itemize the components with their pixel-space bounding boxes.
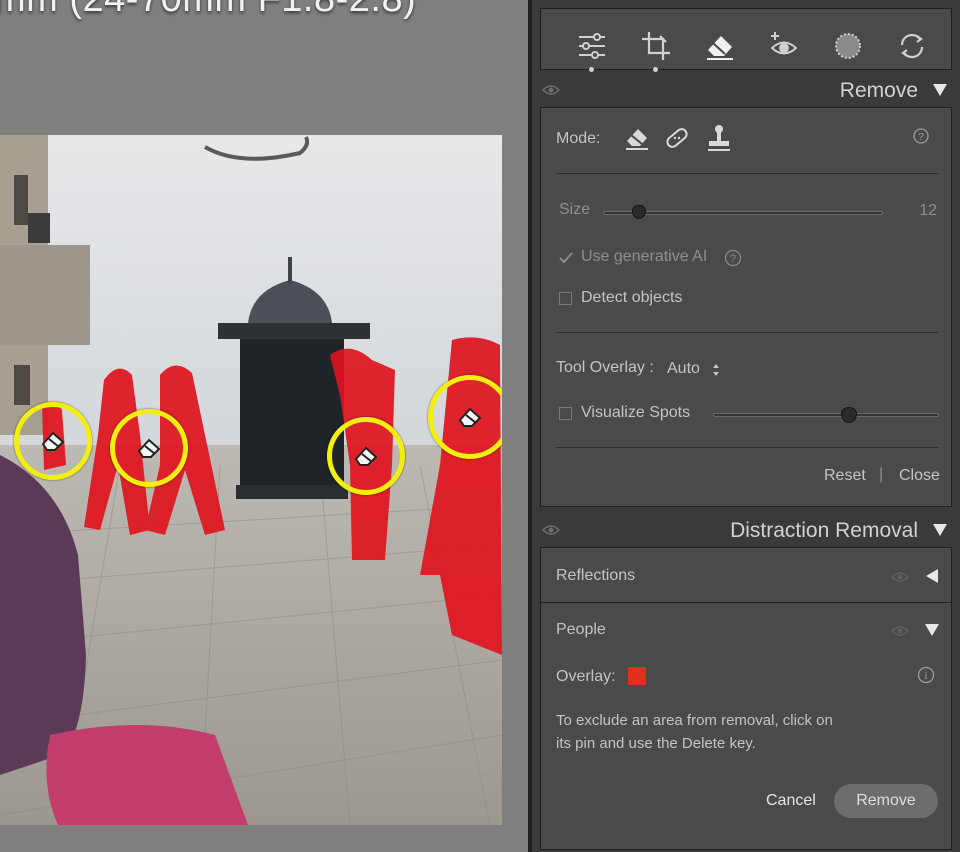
- removal-pin[interactable]: [110, 409, 188, 487]
- distraction-removal-header[interactable]: Distraction Removal: [532, 513, 960, 547]
- edit-sliders-icon[interactable]: [575, 29, 609, 63]
- help-icon[interactable]: ?: [913, 128, 929, 144]
- presets-icon[interactable]: [895, 29, 929, 63]
- removal-pin[interactable]: [428, 375, 502, 459]
- people-label: People: [556, 621, 606, 638]
- tool-indicator-dot: [653, 67, 658, 72]
- removal-pin[interactable]: [327, 417, 405, 495]
- collapse-triangle-icon[interactable]: [924, 623, 940, 637]
- divider: [556, 332, 938, 333]
- collapse-triangle-icon[interactable]: [932, 523, 948, 537]
- mode-label: Mode:: [556, 130, 601, 147]
- eraser-icon: [137, 438, 161, 458]
- remove-mode-eraser-icon[interactable]: [623, 124, 651, 152]
- eraser-icon: [41, 431, 65, 451]
- select-arrows-icon[interactable]: [712, 363, 720, 377]
- button-separator: |: [879, 466, 884, 483]
- use-generative-ai-checkbox[interactable]: [559, 251, 573, 264]
- svg-text:?: ?: [730, 253, 736, 265]
- edit-panel: Remove Mode: ? Size 12 Use generative AI…: [532, 0, 960, 852]
- svg-text:i: i: [924, 670, 927, 682]
- overlay-color-swatch[interactable]: [628, 667, 646, 685]
- help-text-line-2: its pin and use the Delete key.: [556, 735, 756, 752]
- visualize-spots-checkbox[interactable]: [559, 407, 572, 420]
- size-slider[interactable]: [603, 205, 883, 219]
- reset-button[interactable]: Reset: [824, 467, 866, 485]
- reflections-label: Reflections: [556, 567, 636, 584]
- close-button[interactable]: Close: [899, 467, 940, 485]
- distraction-removal-title: Distraction Removal: [730, 519, 918, 542]
- visibility-eye-icon[interactable]: [891, 625, 909, 637]
- help-text-line-1: To exclude an area from removal, click o…: [556, 712, 833, 729]
- remove-panel-title: Remove: [839, 79, 918, 102]
- eraser-icon: [458, 407, 482, 427]
- remove-button[interactable]: Remove: [834, 784, 938, 818]
- size-slider-thumb[interactable]: [632, 205, 647, 219]
- visualize-spots-label: Visualize Spots: [581, 404, 691, 421]
- tool-overlay-label: Tool Overlay :: [556, 359, 654, 376]
- divider: [556, 173, 938, 174]
- removal-pin[interactable]: [14, 402, 92, 480]
- clone-stamp-icon[interactable]: [705, 123, 733, 153]
- photo-image: [0, 135, 502, 825]
- visibility-eye-icon[interactable]: [542, 84, 560, 96]
- visibility-eye-icon[interactable]: [542, 524, 560, 536]
- detect-objects-label: Detect objects: [581, 289, 683, 306]
- crop-icon[interactable]: [639, 29, 673, 63]
- tool-indicator-dot: [589, 67, 594, 72]
- heal-bandage-icon[interactable]: [663, 124, 691, 152]
- tool-overlay-select[interactable]: Auto: [667, 360, 700, 378]
- tool-strip: [540, 8, 952, 72]
- visualize-spots-slider-thumb[interactable]: [840, 407, 857, 423]
- expand-triangle-icon[interactable]: [925, 568, 939, 584]
- remove-panel-header[interactable]: Remove: [532, 73, 960, 107]
- svg-text:?: ?: [918, 132, 924, 143]
- overlay-label: Overlay:: [556, 668, 616, 685]
- visualize-spots-slider[interactable]: [713, 407, 939, 423]
- checkmark-icon: [559, 252, 573, 264]
- eraser-icon: [354, 446, 378, 466]
- collapse-triangle-icon[interactable]: [932, 83, 948, 97]
- visibility-eye-icon[interactable]: [891, 571, 909, 583]
- masking-icon[interactable]: [831, 29, 865, 63]
- divider: [556, 447, 938, 448]
- photo-preview[interactable]: [0, 135, 502, 825]
- help-icon[interactable]: ?: [724, 249, 742, 267]
- remove-panel: Mode: ? Size 12 Use generative AI ? Dete…: [540, 107, 952, 507]
- size-label: Size: [559, 201, 591, 218]
- red-eye-icon[interactable]: [767, 29, 801, 63]
- info-icon[interactable]: i: [917, 666, 935, 684]
- detect-objects-checkbox[interactable]: [559, 292, 572, 305]
- image-title-overlay: mm (24-70mm F1.8-2.8): [0, 0, 416, 21]
- size-value: 12: [919, 202, 937, 219]
- reflections-section[interactable]: Reflections: [540, 547, 952, 603]
- photo-canvas[interactable]: mm (24-70mm F1.8-2.8): [0, 0, 528, 852]
- cancel-button[interactable]: Cancel: [766, 792, 816, 810]
- eraser-icon[interactable]: [703, 29, 737, 63]
- use-generative-ai-label: Use generative AI: [581, 248, 708, 265]
